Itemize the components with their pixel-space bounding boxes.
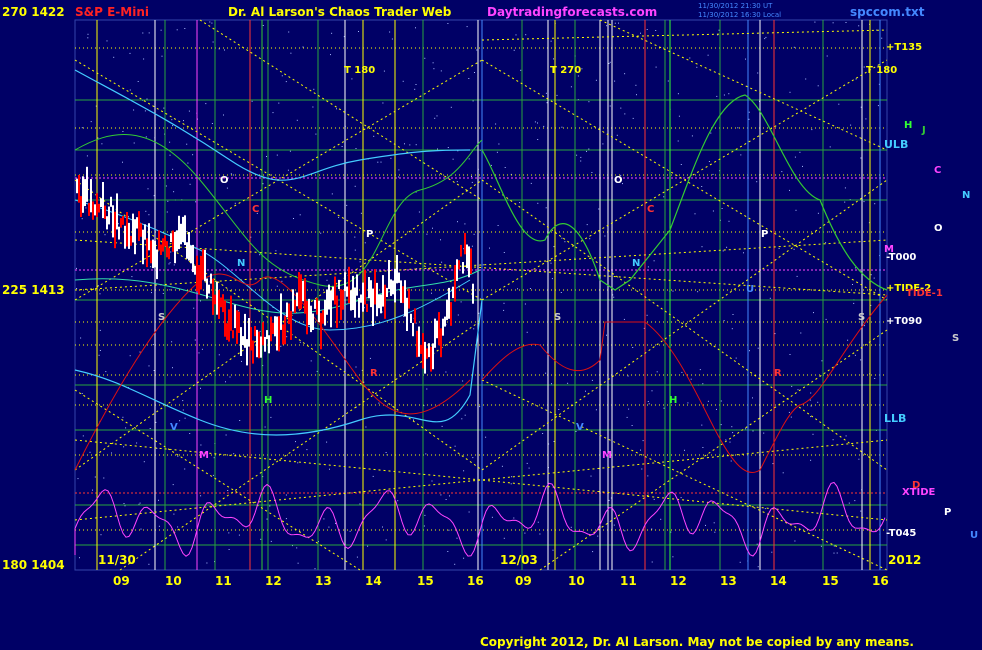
x-tick-label: 11 [215, 574, 232, 588]
letter-s-2: S [554, 312, 562, 323]
x-tick-label: 13 [315, 574, 332, 588]
x-tick-label: 13 [720, 574, 737, 588]
letter-c-1: C [252, 204, 260, 215]
t090-label: +T090 [886, 316, 923, 327]
letter-s-1: S [158, 312, 166, 323]
x-tick-label: 14 [365, 574, 382, 588]
letter-u-1: U [746, 284, 755, 295]
letter-p-1: P [366, 229, 374, 240]
letter-r-1: R [370, 368, 378, 379]
t135-label: +T135 [886, 42, 923, 53]
letter-j: J [922, 125, 926, 136]
t180-right-marker: T 180 [866, 65, 898, 76]
letter-h-2: H [669, 395, 678, 406]
data-file-label: spccom.txt [850, 5, 925, 19]
timestamp-ut: 11/30/2012 21:30 UT [698, 2, 773, 10]
t180-left-marker: T 180 [344, 65, 376, 76]
letter-m-3: M [884, 244, 894, 255]
x-tick-label: 15 [417, 574, 434, 588]
letter-u-2: U [970, 530, 979, 541]
letter-h-1: H [264, 395, 273, 406]
letter-c-2: C [647, 204, 655, 215]
t270-marker: T 270 [550, 65, 582, 76]
letter-c-3: C [934, 165, 942, 176]
red-line-right [481, 294, 888, 473]
letter-s-4: S [952, 333, 960, 344]
letter-n-2: N [632, 258, 641, 269]
letter-r-2: R [774, 368, 782, 379]
x-tick-label: 15 [822, 574, 839, 588]
red-line-left [74, 273, 471, 471]
letter-n-3: N [962, 190, 971, 201]
copyright-notice: Copyright 2012, Dr. Al Larson. May not b… [480, 635, 914, 649]
letter-n-1: N [237, 258, 246, 269]
chart-area [74, 19, 888, 571]
green-forecast-line [481, 94, 888, 291]
x-tick-label: 09 [113, 574, 130, 588]
tide1-label: TIDE-1 [906, 288, 943, 299]
year-label: 2012 [888, 553, 922, 567]
site-title: Daytradingforecasts.com [487, 5, 658, 19]
x-tick-label: 11 [620, 574, 637, 588]
mid-band-left-2 [74, 269, 481, 314]
letter-h-3: H [904, 120, 913, 131]
x-tick-label: 10 [568, 574, 585, 588]
llb-label: LLB [884, 412, 907, 425]
letter-o-1: O [220, 175, 229, 186]
letter-v-1: V [170, 422, 178, 433]
x-tick-label: 16 [872, 574, 889, 588]
symbol-title: S&P E-Mini [75, 5, 149, 19]
x-tick-label: 09 [515, 574, 532, 588]
date-label-mid: 12/03 [500, 553, 538, 567]
date-label-left: 11/30 [98, 553, 136, 567]
letter-o-3: O [934, 223, 943, 234]
timestamp-local: 11/30/2012 16:30 Local [698, 11, 782, 19]
letter-d: D [912, 480, 921, 491]
y-axis-top-label: 270 1422 [2, 5, 65, 19]
y-axis-mid-label: 225 1413 [2, 283, 65, 297]
x-tick-label: 10 [165, 574, 182, 588]
letter-p-2: P [761, 229, 769, 240]
letter-m-2: M [602, 450, 612, 461]
x-tick-label: 14 [770, 574, 787, 588]
y-axis-bottom-label: 180 1404 [2, 558, 65, 572]
x-tick-label: 12 [670, 574, 687, 588]
t045-label: -T045 [886, 528, 917, 539]
letter-m-1: M [199, 450, 209, 461]
letter-p-3: P [944, 507, 952, 518]
letter-v-2: V [576, 422, 584, 433]
x-tick-label: 16 [467, 574, 484, 588]
author-title: Dr. Al Larson's Chaos Trader Web [228, 5, 452, 19]
x-tick-label: 12 [265, 574, 282, 588]
letter-o-2: O [614, 175, 623, 186]
letter-s-3: S [858, 312, 866, 323]
ulb-label: ULB [884, 138, 909, 151]
upper-band-left [74, 69, 471, 181]
